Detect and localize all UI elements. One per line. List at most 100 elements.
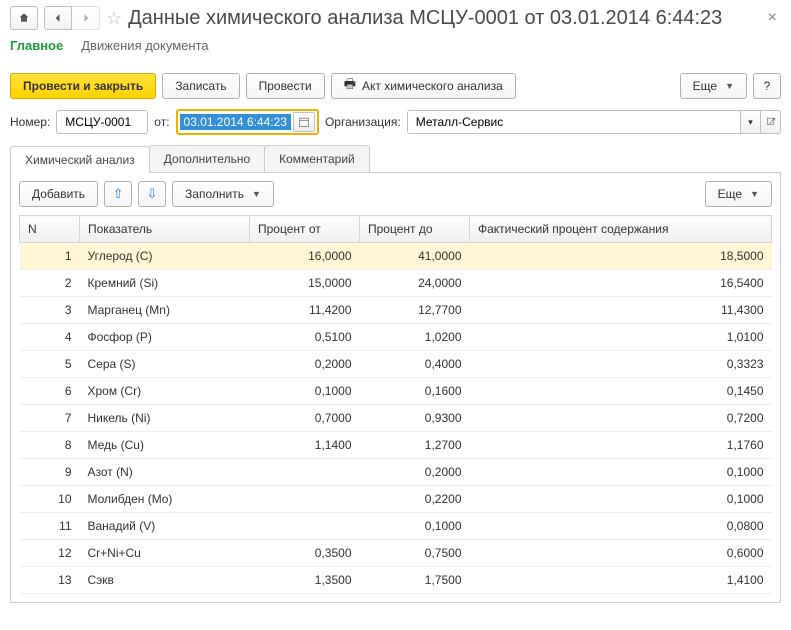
cell-fact-percent[interactable]: 11,4300 xyxy=(470,297,772,324)
view-tab-main[interactable]: Главное xyxy=(10,38,63,55)
cell-n[interactable]: 10 xyxy=(20,486,80,513)
cell-percent-from[interactable] xyxy=(250,486,360,513)
save-button[interactable]: Записать xyxy=(162,73,239,99)
cell-indicator[interactable]: Никель (Ni) xyxy=(80,405,250,432)
table-row[interactable]: 9Азот (N) 0,20000,1000 xyxy=(20,459,772,486)
cell-n[interactable]: 5 xyxy=(20,351,80,378)
cell-percent-from[interactable]: 0,5100 xyxy=(250,324,360,351)
post-and-close-button[interactable]: Провести и закрыть xyxy=(10,73,156,99)
tab-extra[interactable]: Дополнительно xyxy=(149,145,265,172)
table-row[interactable]: 7Никель (Ni)0,70000,93000,7200 xyxy=(20,405,772,432)
cell-indicator[interactable]: Марганец (Mn) xyxy=(80,297,250,324)
col-header-n[interactable]: N xyxy=(20,216,80,243)
cell-indicator[interactable]: Ванадий (V) xyxy=(80,513,250,540)
cell-percent-from[interactable]: 16,0000 xyxy=(250,243,360,270)
table-more-button[interactable]: Еще ▼ xyxy=(705,181,772,207)
table-row[interactable]: 3Марганец (Mn)11,420012,770011,4300 xyxy=(20,297,772,324)
org-field[interactable] xyxy=(414,114,734,130)
cell-n[interactable]: 3 xyxy=(20,297,80,324)
cell-percent-from[interactable]: 11,4200 xyxy=(250,297,360,324)
view-tab-movements[interactable]: Движения документа xyxy=(81,38,208,55)
fill-button[interactable]: Заполнить ▼ xyxy=(172,181,274,207)
add-row-button[interactable]: Добавить xyxy=(19,181,98,207)
forward-button[interactable] xyxy=(72,6,100,30)
org-dropdown-button[interactable]: ▾ xyxy=(741,110,761,134)
cell-fact-percent[interactable]: 1,1760 xyxy=(470,432,772,459)
cell-n[interactable]: 8 xyxy=(20,432,80,459)
cell-percent-to[interactable]: 41,0000 xyxy=(360,243,470,270)
number-input[interactable] xyxy=(56,110,148,134)
cell-indicator[interactable]: Молибден (Mo) xyxy=(80,486,250,513)
move-up-button[interactable]: ⇧ xyxy=(104,181,132,207)
col-header-indicator[interactable]: Показатель xyxy=(80,216,250,243)
org-open-button[interactable] xyxy=(761,110,781,134)
cell-indicator[interactable]: Кремний (Si) xyxy=(80,270,250,297)
cell-percent-from[interactable]: 15,0000 xyxy=(250,270,360,297)
table-row[interactable]: 5Сера (S)0,20000,40000,3323 xyxy=(20,351,772,378)
cell-indicator[interactable]: Углерод (C) xyxy=(80,243,250,270)
move-down-button[interactable]: ⇩ xyxy=(138,181,166,207)
cell-n[interactable]: 6 xyxy=(20,378,80,405)
cell-percent-from[interactable]: 0,7000 xyxy=(250,405,360,432)
cell-n[interactable]: 11 xyxy=(20,513,80,540)
tab-chem-analysis[interactable]: Химический анализ xyxy=(10,146,150,173)
cell-fact-percent[interactable]: 1,4100 xyxy=(470,567,772,594)
help-button[interactable]: ? xyxy=(753,73,781,99)
close-button[interactable]: × xyxy=(764,9,781,27)
cell-fact-percent[interactable]: 0,0800 xyxy=(470,513,772,540)
date-value[interactable]: 03.01.2014 6:44:23 xyxy=(180,114,291,130)
table-row[interactable]: 8Медь (Cu)1,14001,27001,1760 xyxy=(20,432,772,459)
cell-fact-percent[interactable]: 0,1000 xyxy=(470,486,772,513)
cell-fact-percent[interactable]: 0,1450 xyxy=(470,378,772,405)
cell-n[interactable]: 7 xyxy=(20,405,80,432)
table-row[interactable]: 6Хром (Cr)0,10000,16000,1450 xyxy=(20,378,772,405)
favorite-star-icon[interactable]: ☆ xyxy=(106,8,122,29)
cell-fact-percent[interactable]: 0,1000 xyxy=(470,459,772,486)
cell-percent-from[interactable]: 0,3500 xyxy=(250,540,360,567)
col-header-fact-percent[interactable]: Фактический процент содержания xyxy=(470,216,772,243)
cell-fact-percent[interactable]: 0,7200 xyxy=(470,405,772,432)
cell-percent-to[interactable]: 0,7500 xyxy=(360,540,470,567)
cell-indicator[interactable]: Фосфор (P) xyxy=(80,324,250,351)
table-row[interactable]: 2Кремний (Si)15,000024,000016,5400 xyxy=(20,270,772,297)
cell-fact-percent[interactable]: 18,5000 xyxy=(470,243,772,270)
cell-percent-from[interactable]: 0,2000 xyxy=(250,351,360,378)
cell-fact-percent[interactable]: 1,0100 xyxy=(470,324,772,351)
table-row[interactable]: 13Сэкв1,35001,75001,4100 xyxy=(20,567,772,594)
cell-percent-from[interactable]: 1,3500 xyxy=(250,567,360,594)
home-button[interactable] xyxy=(10,6,38,30)
org-input[interactable] xyxy=(407,110,741,134)
cell-percent-from[interactable]: 1,1400 xyxy=(250,432,360,459)
cell-percent-to[interactable]: 1,2700 xyxy=(360,432,470,459)
cell-indicator[interactable]: Медь (Cu) xyxy=(80,432,250,459)
table-row[interactable]: 1Углерод (C)16,000041,000018,5000 xyxy=(20,243,772,270)
tab-comment[interactable]: Комментарий xyxy=(264,145,370,172)
cell-n[interactable]: 13 xyxy=(20,567,80,594)
table-row[interactable]: 11Ванадий (V) 0,10000,0800 xyxy=(20,513,772,540)
cell-n[interactable]: 9 xyxy=(20,459,80,486)
cell-indicator[interactable]: Азот (N) xyxy=(80,459,250,486)
cell-percent-to[interactable]: 0,1000 xyxy=(360,513,470,540)
cell-n[interactable]: 12 xyxy=(20,540,80,567)
date-input[interactable]: 03.01.2014 6:44:23 xyxy=(176,109,319,135)
table-row[interactable]: 4Фосфор (P)0,51001,02001,0100 xyxy=(20,324,772,351)
table-row[interactable]: 12Cr+Ni+Cu0,35000,75000,6000 xyxy=(20,540,772,567)
cell-indicator[interactable]: Сэкв xyxy=(80,567,250,594)
cell-percent-to[interactable]: 0,9300 xyxy=(360,405,470,432)
cell-percent-to[interactable]: 1,0200 xyxy=(360,324,470,351)
cell-percent-to[interactable]: 0,4000 xyxy=(360,351,470,378)
back-button[interactable] xyxy=(44,6,72,30)
cell-percent-to[interactable]: 0,1600 xyxy=(360,378,470,405)
cell-fact-percent[interactable]: 0,6000 xyxy=(470,540,772,567)
cell-percent-from[interactable]: 0,1000 xyxy=(250,378,360,405)
cell-fact-percent[interactable]: 0,3323 xyxy=(470,351,772,378)
cell-fact-percent[interactable]: 16,5400 xyxy=(470,270,772,297)
cell-percent-from[interactable] xyxy=(250,513,360,540)
calendar-button[interactable] xyxy=(293,112,315,132)
cell-percent-to[interactable]: 0,2000 xyxy=(360,459,470,486)
cell-n[interactable]: 1 xyxy=(20,243,80,270)
cell-n[interactable]: 2 xyxy=(20,270,80,297)
more-button[interactable]: Еще ▼ xyxy=(680,73,747,99)
cell-indicator[interactable]: Сера (S) xyxy=(80,351,250,378)
cell-n[interactable]: 4 xyxy=(20,324,80,351)
